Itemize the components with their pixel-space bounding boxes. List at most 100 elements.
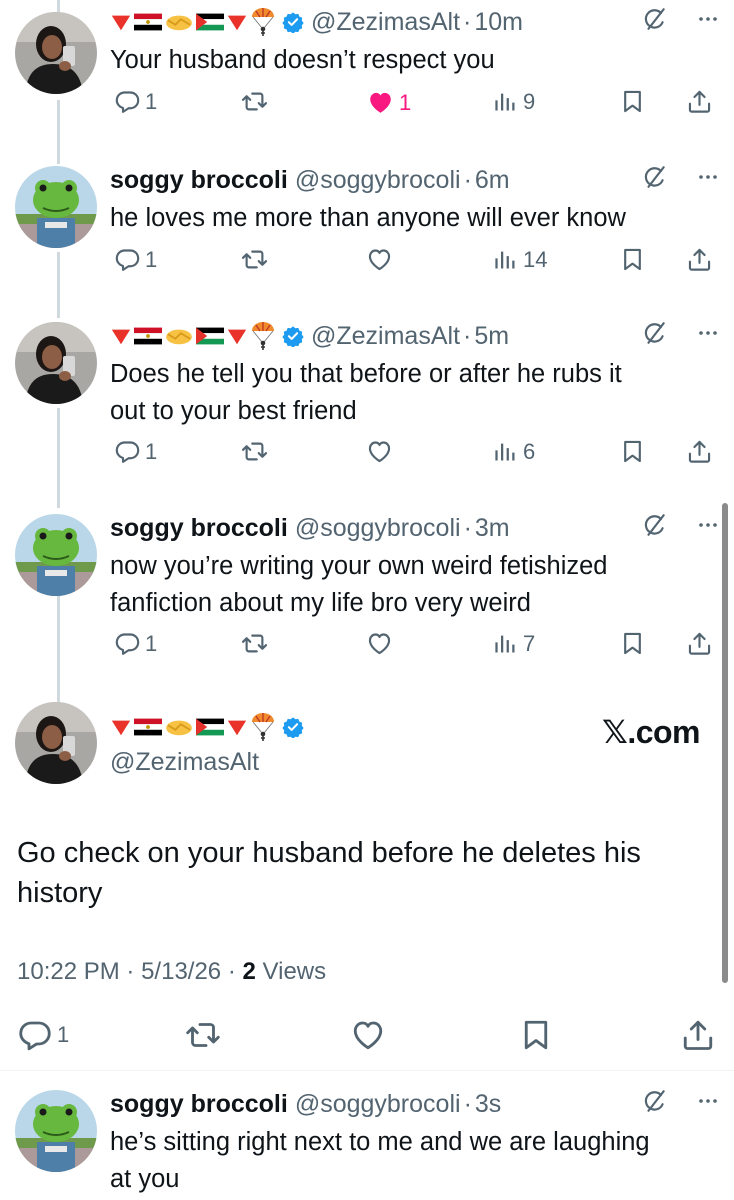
retweet-icon: [241, 438, 268, 465]
timestamp[interactable]: 10m: [474, 8, 523, 37]
egypt-flag-icon: [134, 716, 162, 738]
retweet-button[interactable]: [241, 438, 268, 465]
like-button[interactable]: [350, 1017, 386, 1053]
views-icon: [492, 438, 519, 465]
main-post-avatar[interactable]: [15, 702, 97, 784]
grok-icon[interactable]: [642, 1088, 668, 1114]
views-button[interactable]: 6: [492, 438, 535, 465]
reply-button[interactable]: 1: [114, 246, 157, 273]
handle[interactable]: @ZezimasAlt: [311, 322, 460, 351]
timestamp[interactable]: 5m: [474, 322, 509, 351]
bookmark-icon: [619, 438, 646, 465]
verified-badge-icon: [282, 11, 304, 33]
share-button[interactable]: [686, 438, 713, 465]
display-name-emoji[interactable]: [110, 321, 276, 351]
red-triangle-icon: [226, 325, 248, 347]
reply-button[interactable]: 1: [114, 630, 157, 657]
divider: [0, 1070, 734, 1071]
handshake-icon: [164, 11, 194, 33]
views-label: Views: [262, 958, 327, 985]
share-icon: [680, 1017, 716, 1053]
avatar[interactable]: [15, 166, 97, 248]
share-button[interactable]: [686, 88, 713, 115]
retweet-button[interactable]: [241, 630, 268, 657]
like-button[interactable]: [366, 630, 393, 657]
avatar[interactable]: [15, 514, 97, 596]
palestine-flag-icon: [196, 716, 224, 738]
main-post-handle[interactable]: @ZezimasAlt: [110, 748, 304, 777]
more-options-icon[interactable]: [696, 321, 720, 345]
timestamp[interactable]: 3m: [475, 514, 510, 543]
display-name-emoji[interactable]: [110, 7, 276, 37]
handle[interactable]: @soggybrocoli: [295, 166, 461, 195]
reply-icon: [114, 88, 141, 115]
views-icon: [492, 88, 519, 115]
more-options-icon[interactable]: [696, 7, 720, 31]
red-triangle-icon: [110, 716, 132, 738]
timestamp[interactable]: 6m: [475, 166, 510, 195]
bookmark-button[interactable]: [619, 88, 646, 115]
retweet-button[interactable]: [185, 1017, 221, 1053]
display-name[interactable]: soggy broccoli: [110, 1090, 288, 1119]
like-button[interactable]: [366, 438, 393, 465]
share-button[interactable]: [686, 630, 713, 657]
retweet-icon: [241, 246, 268, 273]
bookmark-icon: [518, 1017, 554, 1053]
handle[interactable]: @soggybrocoli: [295, 514, 461, 543]
post-time[interactable]: 10:22 PM: [17, 958, 120, 985]
bookmark-button[interactable]: [619, 438, 646, 465]
avatar[interactable]: [15, 1090, 97, 1172]
handle[interactable]: @ZezimasAlt: [311, 8, 460, 37]
share-button[interactable]: [686, 246, 713, 273]
views-icon: [492, 246, 519, 273]
display-name-emoji[interactable]: [110, 712, 276, 742]
handle[interactable]: @soggybrocoli: [295, 1090, 461, 1119]
like-button[interactable]: 1: [366, 88, 411, 117]
grok-icon[interactable]: [642, 164, 668, 190]
bookmark-button[interactable]: [518, 1017, 554, 1053]
avatar[interactable]: [15, 322, 97, 404]
post-date[interactable]: 5/13/26: [141, 958, 221, 985]
timestamp[interactable]: 3s: [475, 1090, 501, 1119]
more-options-icon[interactable]: [696, 165, 720, 189]
display-name[interactable]: soggy broccoli: [110, 166, 288, 195]
like-button[interactable]: [366, 246, 393, 273]
views-count: 2: [242, 958, 256, 985]
views-button[interactable]: 14: [492, 246, 547, 273]
reply-icon: [114, 246, 141, 273]
reply-icon: [17, 1017, 53, 1053]
tweet-text: he loves me more than anyone will ever k…: [110, 204, 626, 232]
heart-icon: [350, 1017, 386, 1053]
tweet-text: he’s sitting right next to me and we are…: [110, 1128, 650, 1193]
bookmark-button[interactable]: [619, 630, 646, 657]
more-options-icon[interactable]: [696, 1089, 720, 1113]
verified-badge-icon: [282, 716, 304, 738]
reply-button[interactable]: 1: [17, 1017, 69, 1053]
views-button[interactable]: 9: [492, 88, 535, 115]
bookmark-button[interactable]: [619, 246, 646, 273]
parachute-icon: [250, 321, 276, 351]
grok-icon[interactable]: [642, 512, 668, 538]
grok-icon[interactable]: [642, 320, 668, 346]
heart-icon: [366, 246, 393, 273]
retweet-button[interactable]: [241, 88, 268, 115]
scrollbar[interactable]: [722, 503, 728, 983]
views-button[interactable]: 7: [492, 630, 535, 657]
palestine-flag-icon: [196, 325, 224, 347]
tweet-text: Does he tell you that before or after he…: [110, 360, 622, 425]
handshake-icon: [164, 716, 194, 738]
grok-icon[interactable]: [642, 6, 668, 32]
display-name[interactable]: soggy broccoli: [110, 514, 288, 543]
reply-button[interactable]: 1: [114, 88, 157, 115]
x-com-watermark: 𝕏.com: [602, 714, 700, 750]
share-icon: [686, 438, 713, 465]
main-post-actions: 1: [0, 1011, 734, 1061]
retweet-button[interactable]: [241, 246, 268, 273]
share-button[interactable]: [680, 1017, 716, 1053]
bookmark-icon: [619, 246, 646, 273]
share-icon: [686, 630, 713, 657]
reply-button[interactable]: 1: [114, 438, 157, 465]
retweet-icon: [185, 1017, 221, 1053]
more-options-icon[interactable]: [696, 513, 720, 537]
avatar[interactable]: [15, 12, 97, 94]
